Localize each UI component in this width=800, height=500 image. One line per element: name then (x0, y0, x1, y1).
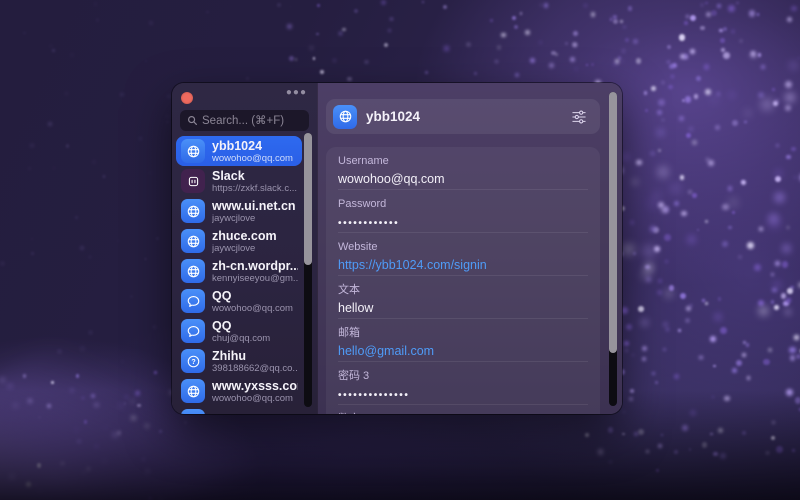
detail-field-row: 文本 hellow (326, 276, 600, 319)
entry-subtitle: jaywcjlove (212, 213, 296, 224)
globe-icon (181, 199, 205, 223)
detail-scrollbar-thumb[interactable] (609, 92, 617, 353)
entry-title: zh-cn.wordpr... (212, 259, 298, 273)
entry-subtitle: wowohoo@qq.com (212, 303, 293, 314)
globe-icon (333, 105, 357, 129)
detail-title: ybb1024 (366, 109, 568, 124)
detail-panel: ybb1024 Username wowohoo@qq.com Password ••… (317, 83, 622, 414)
search-box[interactable] (180, 110, 309, 131)
sidebar-titlebar: ●●● (172, 83, 317, 105)
entry-subtitle: jaywcjlove (212, 243, 277, 254)
close-button[interactable] (181, 92, 193, 104)
entry-subtitle: wowohoo@qq.com (212, 153, 293, 164)
entry-subtitle: 398188662@qq.co... (212, 363, 298, 374)
field-value: •••••••••••••• (338, 388, 588, 404)
detail-header: ybb1024 (326, 99, 600, 134)
entry-subtitle: wowohoo@qq.com (212, 393, 298, 404)
field-label: 文本 (338, 284, 588, 297)
entry-title: QQ (212, 289, 293, 303)
search-icon (187, 115, 198, 126)
entry-list-item[interactable]: www.yxsss.comwowohoo@qq.com (176, 376, 302, 406)
entry-list-item[interactable]: QQwowohoo@qq.com (176, 286, 302, 316)
entry-title: Slack (212, 169, 297, 183)
entry-title: Zhihu (212, 349, 298, 363)
desktop: ●●● ybb1024wowohoo@qq.comSlackhttps://zx… (0, 0, 800, 500)
entry-list-item[interactable]: ybb1024wowohoo@qq.com (176, 136, 302, 166)
entry-list: ybb1024wowohoo@qq.comSlackhttps://zxkf.s… (172, 136, 303, 414)
svg-text:?: ? (191, 358, 195, 366)
globe-icon (181, 409, 205, 414)
slack-icon (181, 169, 205, 193)
more-icon[interactable]: ●●● (286, 87, 307, 98)
globe-icon (181, 379, 205, 403)
detail-field-row: Username wowohoo@qq.com (326, 147, 600, 190)
detail-field-row: 密码 3 •••••••••••••• (326, 362, 600, 405)
search-input[interactable] (202, 115, 302, 127)
field-label: Password (338, 198, 588, 211)
detail-scrollbar-track[interactable] (609, 92, 617, 406)
entry-title: www.ui.net.cn (212, 199, 296, 213)
password-manager-window: ●●● ybb1024wowohoo@qq.comSlackhttps://zx… (172, 83, 622, 414)
entry-list-item[interactable]: www.ui.net.cnjaywcjlove (176, 196, 302, 226)
entry-title: www.yxsss.com (212, 379, 298, 393)
field-label: Username (338, 155, 588, 168)
detail-fields-card: Username wowohoo@qq.com Password ••••••••••… (326, 147, 600, 414)
entry-title: QQ (212, 319, 270, 333)
sidebar-scrollbar-thumb[interactable] (304, 133, 312, 265)
field-value[interactable]: https://ybb1024.com/signin (338, 257, 588, 273)
entry-title: zhuce.com (212, 229, 277, 243)
qq-icon (181, 289, 205, 313)
field-label: 数字 (338, 413, 588, 414)
entry-subtitle: https://zxkf.slack.c... (212, 183, 297, 194)
entry-subtitle: kennyiseeyou@gm... (212, 273, 298, 284)
qq-icon (181, 319, 205, 343)
entry-list-item[interactable]: QQchuj@qq.com (176, 316, 302, 346)
detail-field-row: 数字 (326, 405, 600, 414)
field-label: 邮箱 (338, 327, 588, 340)
field-value: •••••••••••• (338, 216, 588, 232)
globe-icon (181, 229, 205, 253)
field-label: 密码 3 (338, 370, 588, 383)
entry-subtitle: chuj@qq.com (212, 333, 270, 344)
entry-list-item[interactable]: zh-cn.wordpr...kennyiseeyou@gm... (176, 256, 302, 286)
globe-icon (181, 259, 205, 283)
detail-field-row: 邮箱 hello@gmail.com (326, 319, 600, 362)
entry-list-item[interactable]: ? Zhihu398188662@qq.co... (176, 346, 302, 376)
entry-list-item[interactable]: www.w3cscho... (176, 406, 302, 414)
globe-icon (181, 139, 205, 163)
sidebar: ●●● ybb1024wowohoo@qq.comSlackhttps://zx… (172, 83, 317, 414)
sidebar-scrollbar-track[interactable] (304, 133, 312, 407)
entry-list-item[interactable]: Slackhttps://zxkf.slack.c... (176, 166, 302, 196)
options-sliders-icon[interactable] (568, 106, 590, 128)
field-value: wowohoo@qq.com (338, 171, 588, 187)
detail-field-row: Website https://ybb1024.com/signin (326, 233, 600, 276)
field-value: hellow (338, 300, 588, 316)
field-value[interactable]: hello@gmail.com (338, 343, 588, 359)
field-label: Website (338, 241, 588, 254)
detail-field-row: Password •••••••••••• (326, 190, 600, 233)
entry-title: ybb1024 (212, 139, 293, 153)
entry-list-item[interactable]: zhuce.comjaywcjlove (176, 226, 302, 256)
zhihu-icon: ? (181, 349, 205, 373)
